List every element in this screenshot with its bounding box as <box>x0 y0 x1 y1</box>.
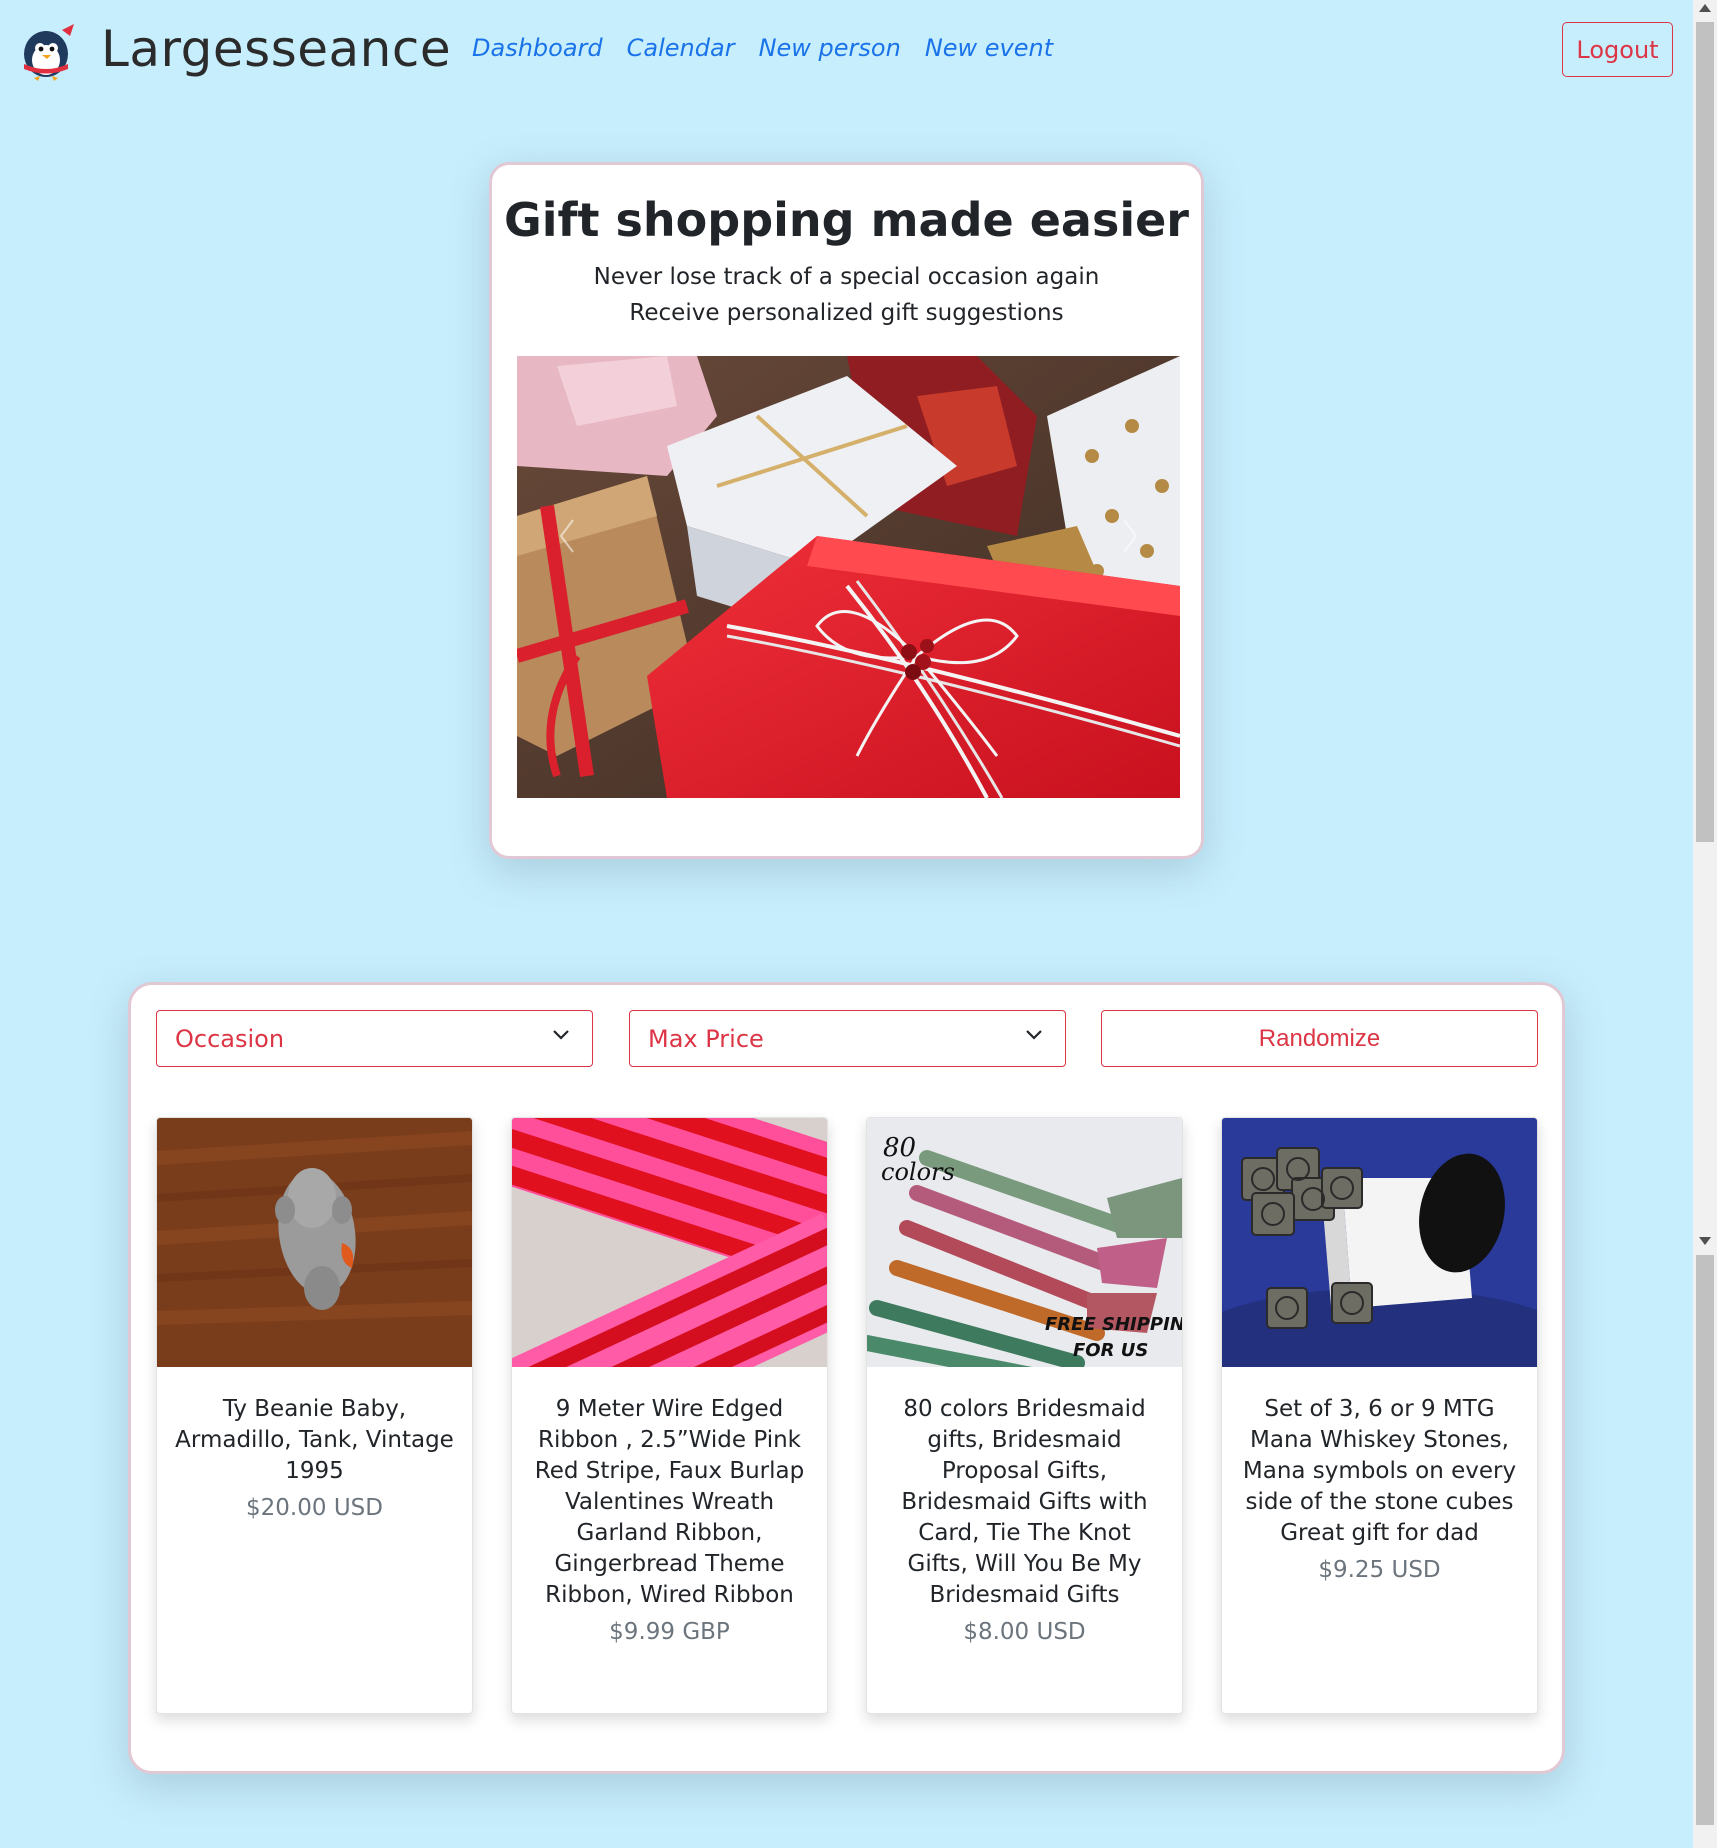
hero-carousel[interactable] <box>517 356 1180 798</box>
gift-suggestions-card: Occasion Max Price Randomize Ty Beanie B… <box>128 982 1565 1774</box>
carousel-next-button[interactable] <box>1110 496 1150 576</box>
product-price: $9.99 GBP <box>609 1619 730 1645</box>
hero-card: Gift shopping made easier Never lose tra… <box>489 162 1204 859</box>
product-card[interactable]: 80 colors FREE SHIPPING FOR US 80 colors… <box>866 1117 1183 1714</box>
product-grid: Ty Beanie Baby, Armadillo, Tank, Vintage… <box>156 1117 1538 1714</box>
navbar: Largesseance Dashboard Calendar New pers… <box>0 0 1693 104</box>
chevron-right-icon <box>1123 519 1138 553</box>
brand-name[interactable]: Largesseance <box>101 16 451 82</box>
logout-button[interactable]: Logout <box>1562 22 1673 77</box>
nav-link-new-person[interactable]: New person <box>759 34 901 62</box>
gift-boxes-image <box>517 356 1180 798</box>
scroll-up-arrow-icon[interactable] <box>1699 4 1711 12</box>
page-scrollbar[interactable] <box>1693 0 1717 1848</box>
chevron-down-icon <box>553 1030 569 1040</box>
nav-link-dashboard[interactable]: Dashboard <box>472 34 603 62</box>
image-text-free-shipping: FREE SHIPPING <box>1045 1314 1182 1335</box>
nav-links: Dashboard Calendar New person New event <box>472 34 1053 62</box>
chevron-down-icon <box>1026 1030 1042 1040</box>
product-name: 80 colors Bridesmaid gifts, Bridesmaid P… <box>901 1396 1148 1608</box>
image-text-for-us: FOR US <box>1073 1340 1148 1361</box>
product-card[interactable]: 9 Meter Wire Edged Ribbon , 2.5”Wide Pin… <box>511 1117 828 1714</box>
nav-link-new-event[interactable]: New event <box>925 34 1053 62</box>
product-price: $9.25 USD <box>1318 1557 1441 1583</box>
image-text-colors: colors <box>881 1158 955 1186</box>
carousel-prev-button[interactable] <box>547 496 587 576</box>
scrollbar-thumb[interactable] <box>1696 22 1714 842</box>
hero-title: Gift shopping made easier <box>504 193 1189 247</box>
product-price: $8.00 USD <box>963 1619 1086 1645</box>
product-name: Set of 3, 6 or 9 MTG Mana Whiskey Stones… <box>1242 1396 1517 1546</box>
max-price-select-label: Max Price <box>648 1025 764 1053</box>
product-image-armadillo <box>157 1118 472 1367</box>
product-name: 9 Meter Wire Edged Ribbon , 2.5”Wide Pin… <box>534 1396 805 1608</box>
product-card[interactable]: Set of 3, 6 or 9 MTG Mana Whiskey Stones… <box>1221 1117 1538 1714</box>
product-image-whiskey-stones <box>1222 1118 1537 1367</box>
randomize-button[interactable]: Randomize <box>1101 1010 1538 1067</box>
scrollbar-track-lower[interactable] <box>1696 1255 1714 1825</box>
chevron-left-icon <box>559 519 574 553</box>
penguin-logo-icon[interactable] <box>16 20 78 82</box>
product-price: $20.00 USD <box>246 1495 383 1521</box>
product-image-keychains: 80 colors FREE SHIPPING FOR US <box>867 1118 1182 1367</box>
occasion-select[interactable]: Occasion <box>156 1010 593 1067</box>
product-image-ribbon <box>512 1118 827 1367</box>
occasion-select-label: Occasion <box>175 1025 285 1053</box>
product-card[interactable]: Ty Beanie Baby, Armadillo, Tank, Vintage… <box>156 1117 473 1714</box>
product-name: Ty Beanie Baby, Armadillo, Tank, Vintage… <box>175 1396 454 1484</box>
scroll-down-arrow-icon[interactable] <box>1699 1237 1711 1245</box>
hero-subtitle-occasion: Never lose track of a special occasion a… <box>593 264 1100 290</box>
nav-link-calendar[interactable]: Calendar <box>627 34 735 62</box>
hero-subtitle-suggestions: Receive personalized gift suggestions <box>629 300 1064 326</box>
max-price-select[interactable]: Max Price <box>629 1010 1066 1067</box>
